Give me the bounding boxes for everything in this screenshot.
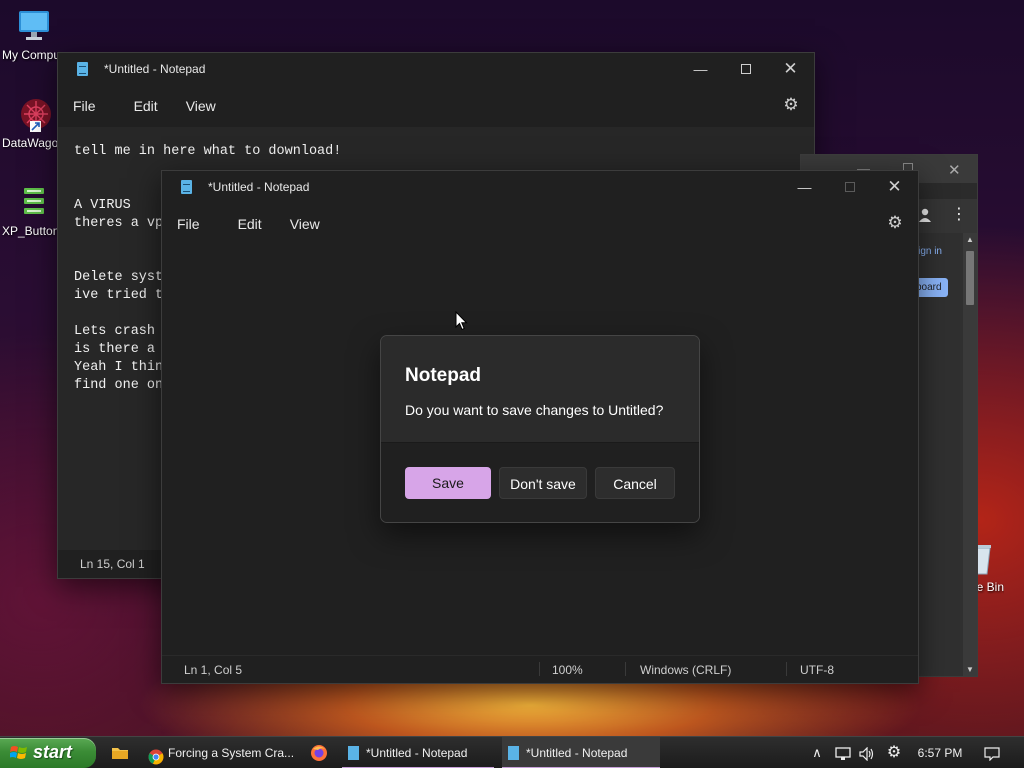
taskbar: start Forcing a System Cra... *Untitled …	[0, 736, 1024, 768]
profile-icon[interactable]	[917, 207, 933, 226]
chrome-icon	[148, 745, 164, 768]
windows-logo-icon	[9, 745, 28, 761]
notepad-icon	[76, 61, 90, 77]
minimize-icon: —	[797, 179, 812, 195]
scrollbar-thumb[interactable]	[966, 251, 974, 305]
scroll-down-icon[interactable]: ▼	[966, 665, 974, 674]
save-changes-dialog[interactable]: Notepad Do you want to save changes to U…	[380, 335, 700, 523]
start-label: start	[33, 742, 73, 762]
dialog-content	[381, 336, 699, 442]
notepad-icon	[348, 746, 359, 760]
maximize-button[interactable]	[827, 171, 872, 203]
maximize-icon	[844, 182, 855, 192]
settings-gear-icon[interactable]: ⚙	[884, 737, 904, 768]
minimize-button[interactable]: —	[678, 53, 723, 85]
volume-icon[interactable]	[856, 737, 878, 768]
file-explorer-icon[interactable]	[110, 743, 130, 763]
desktop-icon-label: My Computer	[2, 48, 60, 62]
menu-edit[interactable]: Edit	[213, 206, 275, 242]
minimize-button[interactable]: —	[782, 171, 827, 203]
datawagon-icon	[16, 96, 52, 132]
status-position: Ln 1, Col 5	[184, 663, 243, 677]
network-icon[interactable]	[832, 737, 854, 768]
more-menu-icon[interactable]: ⋮	[951, 205, 967, 225]
save-button[interactable]: Save	[405, 467, 491, 499]
menu-view[interactable]: View	[275, 206, 333, 242]
close-button[interactable]: ✕	[768, 53, 813, 85]
mouse-cursor-icon	[455, 310, 469, 331]
sign-in-link[interactable]: Sign in	[916, 246, 942, 257]
monitor-icon	[16, 8, 52, 44]
settings-gear-icon[interactable]: ⚙	[886, 214, 904, 232]
status-zoom: 100%	[552, 663, 583, 677]
taskbar-item-notepad-2[interactable]: *Untitled - Notepad	[502, 737, 660, 768]
status-encoding: UTF-8	[800, 663, 834, 677]
desktop-icon-label: DataWagon	[2, 136, 58, 150]
taskbar-item-label: *Untitled - Notepad	[526, 746, 628, 760]
menu-bar: File Edit View	[162, 206, 918, 242]
minimize-icon: —	[693, 61, 708, 77]
status-position: Ln 15, Col 1	[80, 557, 145, 571]
editor-content[interactable]	[162, 243, 918, 259]
notepad-icon	[180, 179, 194, 195]
maximize-icon	[740, 64, 751, 74]
menu-file[interactable]: File	[60, 88, 109, 124]
dont-save-button[interactable]: Don't save	[499, 467, 587, 499]
status-line-ending: Windows (CRLF)	[640, 663, 732, 677]
firefox-icon[interactable]	[309, 743, 329, 763]
notification-center-icon[interactable]	[980, 737, 1004, 768]
taskbar-item-chrome[interactable]: Forcing a System Cra...	[144, 737, 296, 768]
taskbar-item-notepad-1[interactable]: *Untitled - Notepad	[342, 737, 494, 768]
cancel-button[interactable]: Cancel	[595, 467, 675, 499]
close-icon: ✕	[783, 59, 798, 78]
taskbar-item-label: *Untitled - Notepad	[366, 746, 468, 760]
start-button[interactable]: start	[0, 738, 96, 768]
taskbar-item-label: Forcing a System Cra...	[168, 746, 295, 760]
window-title: *Untitled - Notepad	[208, 180, 310, 194]
menu-view[interactable]: View	[171, 88, 229, 124]
close-icon[interactable]: ✕	[948, 161, 961, 179]
dialog-message: Do you want to save changes to Untitled?	[405, 402, 664, 418]
scroll-up-icon[interactable]: ▲	[966, 235, 974, 244]
dialog-title: Notepad	[405, 365, 481, 386]
menu-edit[interactable]: Edit	[109, 88, 171, 124]
clock[interactable]: 6:57 PM	[912, 737, 968, 768]
buttons-icon	[16, 184, 52, 220]
status-divider	[539, 662, 540, 676]
window-title: *Untitled - Notepad	[104, 62, 206, 76]
menu-bar: File Edit View	[58, 88, 814, 124]
settings-gear-icon[interactable]: ⚙	[782, 96, 800, 114]
notepad-icon	[508, 746, 519, 760]
maximize-button[interactable]	[723, 53, 768, 85]
status-bar: Ln 1, Col 5 100% Windows (CRLF) UTF-8	[162, 655, 918, 683]
close-icon: ✕	[887, 177, 902, 196]
desktop-icon-label: XP_Buttons	[2, 224, 60, 238]
status-divider	[625, 662, 626, 676]
close-button[interactable]: ✕	[872, 171, 917, 203]
menu-file[interactable]: File	[164, 206, 213, 242]
chevron-up-icon[interactable]: ∧	[808, 737, 826, 768]
status-divider	[786, 662, 787, 676]
